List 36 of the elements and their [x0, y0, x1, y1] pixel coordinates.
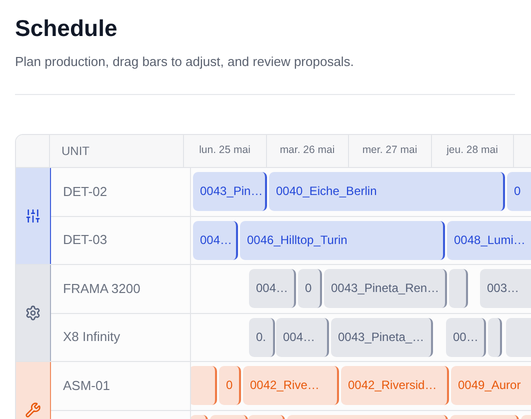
schedule-bar[interactable]: 0: [507, 172, 531, 210]
schedule-bar[interactable]: 0049_Auror: [451, 366, 531, 404]
date-header: mar. 26 mai: [266, 134, 349, 166]
date-header: jeu. 28 mai: [432, 134, 514, 166]
schedule-bar[interactable]: [191, 366, 217, 404]
schedule-bar[interactable]: 004…: [249, 268, 296, 308]
schedule-bar[interactable]: 0042_Riversid…: [341, 366, 449, 404]
unit-label: FRAMA 3200: [63, 280, 140, 298]
schedule-bar[interactable]: 0.: [249, 318, 275, 356]
schedule-bar[interactable]: 004…: [193, 220, 238, 260]
date-header: mer. 27 mai: [349, 134, 432, 166]
column-header: UNIT: [50, 134, 184, 166]
wrench-icon: [25, 402, 41, 418]
schedule-bar[interactable]: 0042_Rive…: [243, 366, 339, 404]
gear-icon: [25, 304, 41, 320]
schedule-bar[interactable]: 0043_Pineta_Ren…: [324, 268, 447, 308]
unit-label: X8 Infinity: [63, 328, 120, 346]
schedule-bar[interactable]: 0: [298, 268, 322, 308]
unit-label: DET-03: [63, 231, 108, 250]
schedule-bar[interactable]: 0046_Hilltop_Turin: [240, 220, 445, 260]
schedule-bar[interactable]: 0043_Pineta_…: [331, 318, 433, 356]
schedule-bar[interactable]: [449, 268, 468, 308]
schedule-bar[interactable]: 0040_Eiche_Berlin: [269, 172, 505, 210]
schedule-bar[interactable]: 0043_Pin…: [193, 172, 267, 210]
unit-label: ASM-01: [63, 376, 110, 395]
schedule-bar[interactable]: 00…: [446, 318, 486, 356]
schedule-bar[interactable]: 003…: [480, 268, 531, 308]
page-title: Schedule: [15, 14, 118, 42]
schedule-bar[interactable]: [488, 318, 502, 356]
page-subtitle: Plan production, drag bars to adjust, and review proposals.: [15, 53, 354, 71]
sliders-icon: [25, 208, 41, 224]
schedule-bar[interactable]: 0: [219, 366, 241, 404]
schedule-bar[interactable]: 004…: [276, 318, 329, 356]
schedule-bar[interactable]: 0048_Lumi…: [447, 220, 531, 260]
date-header: lun. 25 mai: [184, 134, 266, 166]
unit-label: DET-02: [63, 182, 108, 201]
